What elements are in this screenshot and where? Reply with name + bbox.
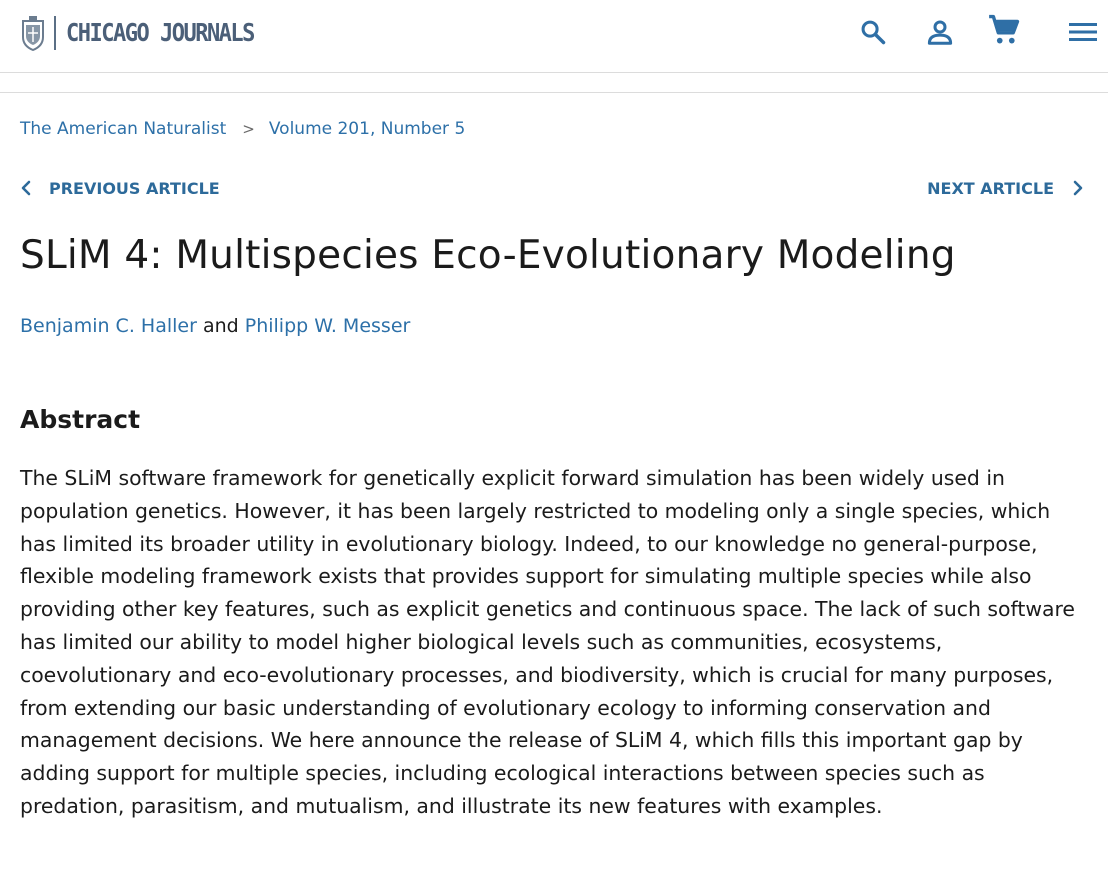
next-article-link[interactable]: NEXT ARTICLE bbox=[927, 178, 1088, 198]
search-button[interactable] bbox=[856, 14, 890, 50]
previous-article-link[interactable]: PREVIOUS ARTICLE bbox=[16, 178, 220, 198]
cart-icon bbox=[989, 14, 1020, 44]
abstract-heading: Abstract bbox=[20, 405, 141, 434]
breadcrumb-journal-link[interactable]: The American Naturalist bbox=[20, 119, 226, 139]
menu-button[interactable] bbox=[1066, 14, 1100, 50]
next-article-label: NEXT ARTICLE bbox=[927, 178, 1054, 198]
chevron-right-icon bbox=[1073, 180, 1083, 196]
header-subbar bbox=[0, 73, 1108, 93]
author-list: Benjamin C. Haller and Philipp W. Messer bbox=[20, 315, 410, 337]
cart-button[interactable] bbox=[987, 12, 1021, 48]
abstract-text: The SLiM software framework for genetica… bbox=[20, 466, 1075, 818]
site-logo[interactable]: CHICAGO JOURNALS bbox=[20, 14, 255, 52]
breadcrumb-separator: > bbox=[242, 120, 255, 138]
article-title: SLiM 4: Multispecies Eco-Evolutionary Mo… bbox=[20, 233, 956, 278]
menu-icon bbox=[1069, 23, 1097, 41]
previous-article-label: PREVIOUS ARTICLE bbox=[49, 178, 220, 198]
chevron-left-icon bbox=[21, 180, 31, 196]
logo-divider bbox=[54, 16, 56, 50]
breadcrumb: The American Naturalist > Volume 201, Nu… bbox=[20, 119, 465, 139]
breadcrumb-issue-link[interactable]: Volume 201, Number 5 bbox=[269, 119, 465, 139]
author-link[interactable]: Philipp W. Messer bbox=[245, 315, 411, 337]
site-header: CHICAGO JOURNALS bbox=[0, 0, 1108, 73]
author-conjunction: and bbox=[202, 315, 245, 337]
author-link[interactable]: Benjamin C. Haller bbox=[20, 315, 197, 337]
account-icon bbox=[927, 20, 953, 45]
university-seal-icon bbox=[22, 16, 44, 51]
search-icon bbox=[861, 20, 886, 45]
logo-wordmark: CHICAGO JOURNALS bbox=[66, 18, 255, 48]
account-button[interactable] bbox=[923, 14, 957, 50]
